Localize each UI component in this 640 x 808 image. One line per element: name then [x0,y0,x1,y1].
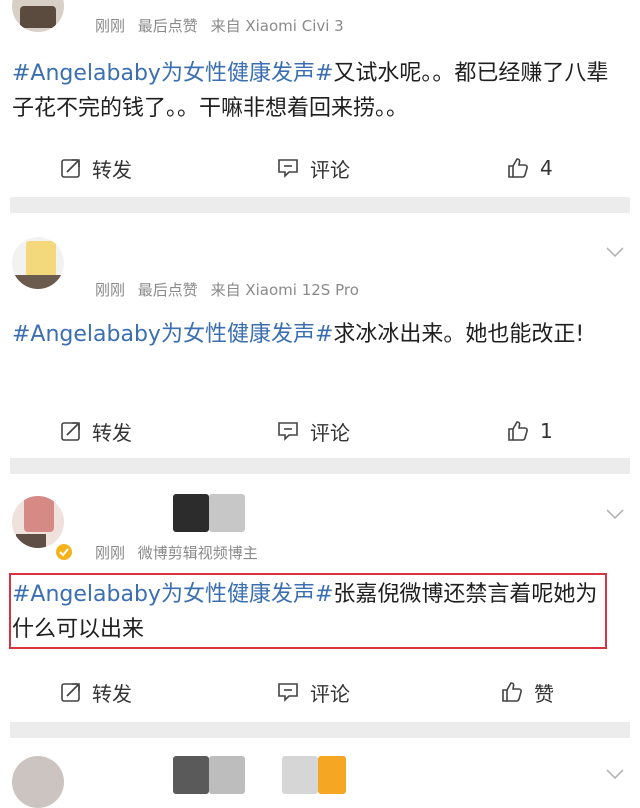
username-blurred [209,494,245,532]
comment-label: 评论 [310,420,350,445]
action-bar: 转发 评论 赞 [0,674,640,710]
comment-icon [278,422,298,441]
post-text: #Angelababy为女性健康发声#又试水呢。。都已经赚了八辈子花不完的钱了。… [12,56,612,126]
repost-icon [61,159,80,178]
post-time: 刚刚 [95,544,126,562]
post-source: 来自 Xiaomi Civi 3 [210,17,344,35]
username-blurred [173,494,209,532]
action-bar: 转发 评论 1 [0,413,640,449]
thumbs-up-icon [508,158,528,178]
repost-button[interactable]: 转发 [60,150,132,186]
highlight-box [9,573,607,649]
repost-button[interactable]: 转发 [60,413,132,449]
user-description: 微博剪辑视频博主 [137,544,258,562]
like-button[interactable]: 1 [506,413,553,449]
chevron-down-icon[interactable] [606,508,624,520]
thumbs-up-icon [502,682,522,702]
avatar[interactable] [12,0,64,32]
repost-icon [61,422,80,441]
post-card-2: 刚刚 最后点赞 来自 Xiaomi 12S Pro #Angelababy为女性… [0,213,640,458]
username-blurred [282,756,318,794]
comment-button[interactable]: 评论 [276,674,350,710]
post-meta: 刚刚 最后点赞 来自 Xiaomi Civi 3 [95,15,352,36]
comment-label: 评论 [310,157,350,182]
thumbs-up-icon [508,421,528,441]
post-card-1: 刚刚 最后点赞 来自 Xiaomi Civi 3 #Angelababy为女性健… [0,0,640,200]
repost-button[interactable]: 转发 [60,674,132,710]
post-separator [10,197,630,213]
like-count: 1 [540,419,553,443]
post-text: #Angelababy为女性健康发声#求冰冰出来。她也能改正! [12,317,612,352]
comment-label: 评论 [310,681,350,706]
hashtag-link[interactable]: #Angelababy为女性健康发声# [12,61,333,86]
repost-label: 转发 [92,420,132,445]
action-bar: 转发 评论 4 [0,150,640,186]
avatar[interactable] [12,496,64,548]
post-body: 求冰冰出来。她也能改正! [333,322,585,347]
avatar[interactable] [12,237,64,289]
post-meta: 刚刚 微博剪辑视频博主 [95,542,266,563]
hashtag-link[interactable]: #Angelababy为女性健康发声# [12,322,333,347]
post-separator [10,722,630,738]
like-count: 4 [540,156,553,180]
post-time: 刚刚 [95,17,126,35]
last-like-label: 最后点赞 [137,17,198,35]
avatar[interactable] [12,756,64,808]
repost-label: 转发 [92,681,132,706]
post-separator [10,458,630,474]
chevron-down-icon[interactable] [606,246,624,258]
last-like-label: 最后点赞 [137,281,198,299]
repost-label: 转发 [92,157,132,182]
post-card-4 [0,738,640,808]
verified-badge-icon [54,542,74,562]
post-time: 刚刚 [95,281,126,299]
post-meta: 刚刚 最后点赞 来自 Xiaomi 12S Pro [95,279,367,300]
post-source: 来自 Xiaomi 12S Pro [210,281,359,299]
comment-icon [278,683,298,702]
like-label: 赞 [534,681,554,706]
repost-icon [61,683,80,702]
username-blurred [318,756,346,794]
username-blurred [209,756,245,794]
comment-icon [278,159,298,178]
username-blurred [173,756,209,794]
like-button[interactable]: 4 [506,150,553,186]
comment-button[interactable]: 评论 [276,413,350,449]
like-button[interactable]: 赞 [500,674,554,710]
comment-button[interactable]: 评论 [276,150,350,186]
chevron-down-icon[interactable] [606,768,624,780]
